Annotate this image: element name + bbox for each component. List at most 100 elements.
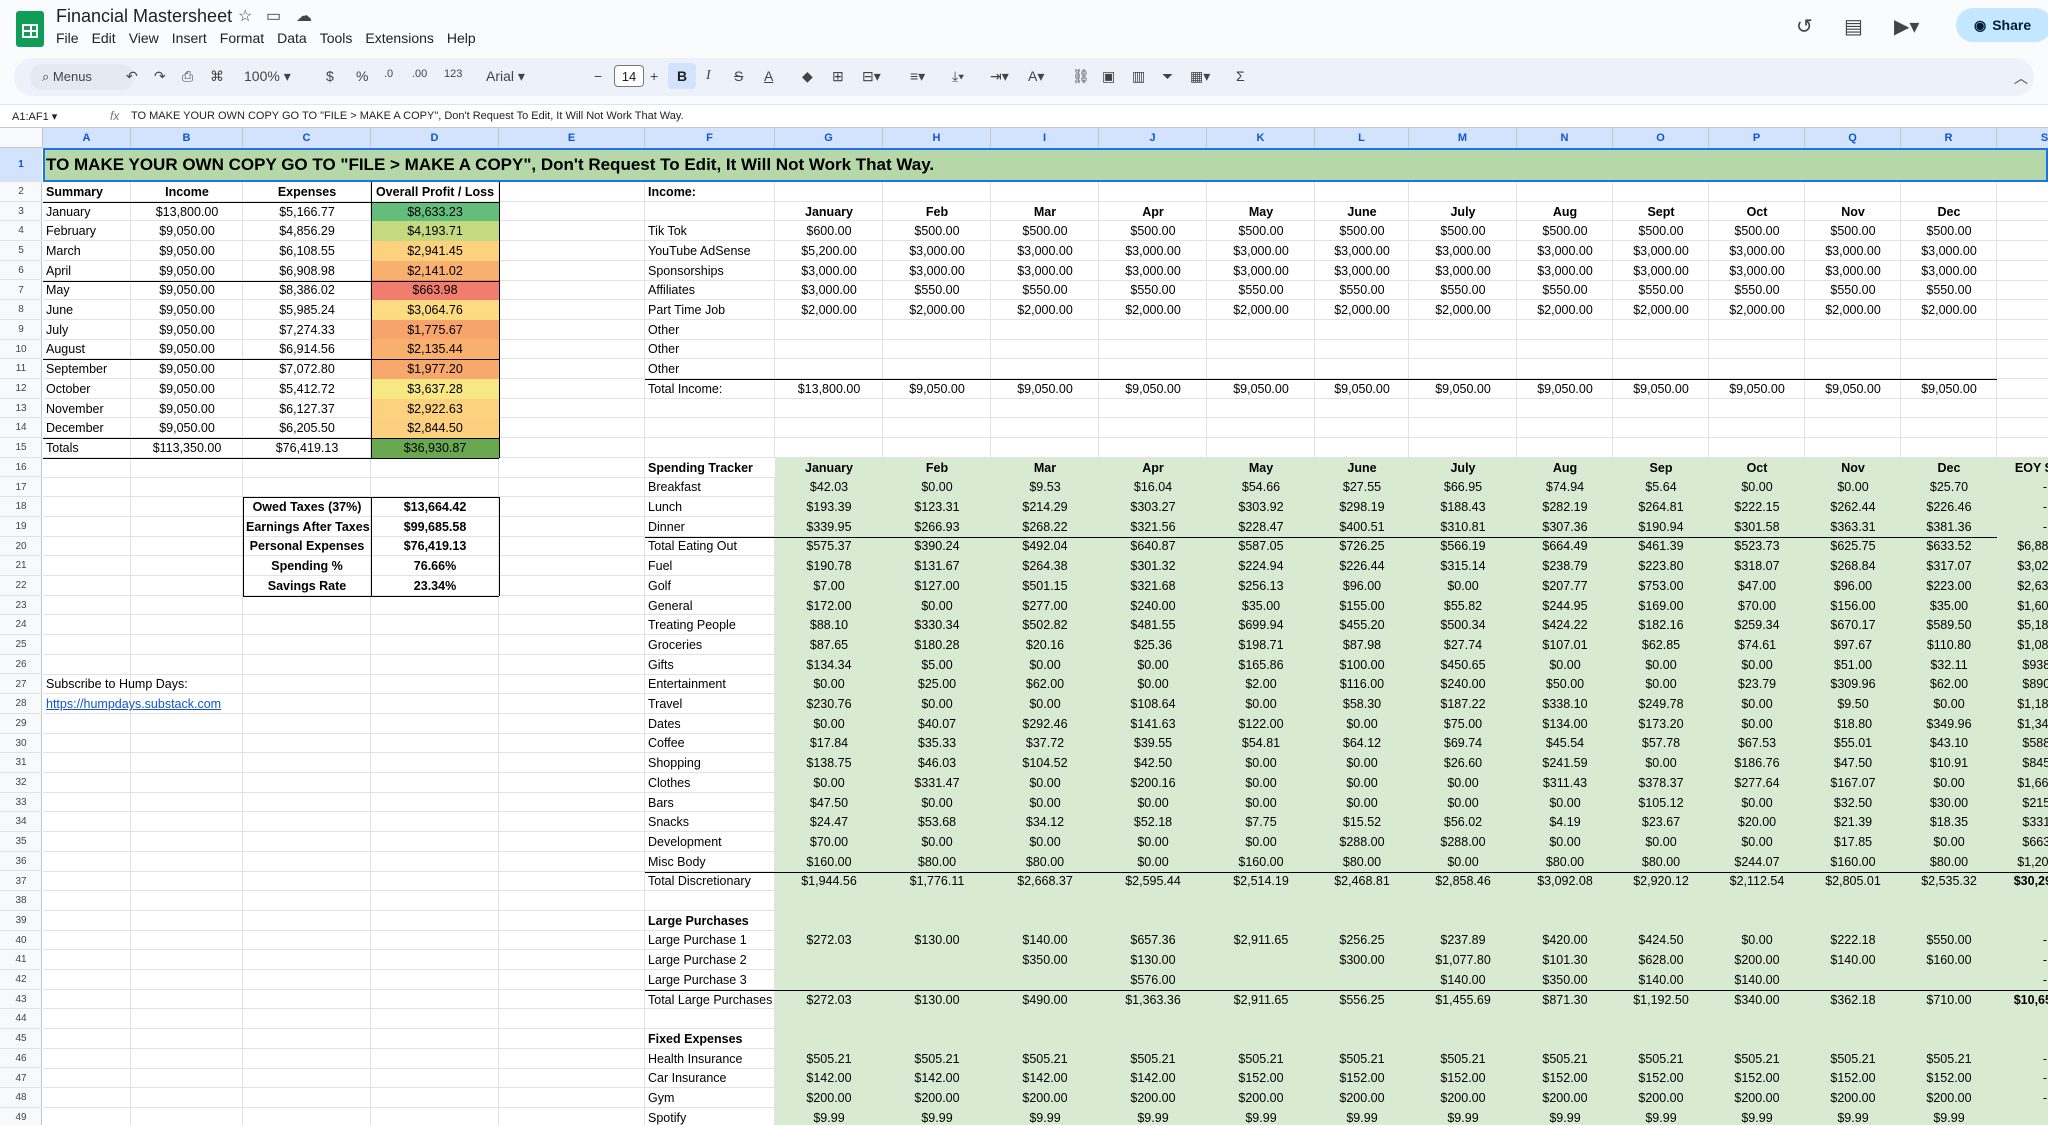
income-total-value[interactable]: $9,050.00: [1901, 379, 1997, 399]
row-header-21[interactable]: 21: [0, 556, 42, 576]
eoy-value[interactable]: $1,347.12: [1997, 714, 2048, 734]
row-header-2[interactable]: 2: [0, 182, 42, 202]
income-value[interactable]: $550.00: [1099, 280, 1207, 300]
spending-value[interactable]: $501.15: [991, 576, 1099, 596]
income-total-value[interactable]: $9,050.00: [1409, 379, 1517, 399]
column-header-a[interactable]: A: [43, 128, 131, 148]
spending-value[interactable]: $0.00: [1207, 832, 1315, 852]
income-value[interactable]: $500.00: [1409, 221, 1517, 241]
row-header-33[interactable]: 33: [0, 793, 42, 813]
eoy-value[interactable]: -: [1997, 1049, 2048, 1069]
income-value[interactable]: $500.00: [1315, 221, 1409, 241]
summary-month[interactable]: May: [43, 280, 131, 300]
spending-value[interactable]: $20.00: [1709, 812, 1805, 832]
summary-value[interactable]: $3,064.76: [371, 300, 499, 321]
fixed-expense-label[interactable]: Spotify: [645, 1108, 775, 1125]
large-purchase-value[interactable]: $272.03: [775, 930, 883, 950]
income-month-header[interactable]: Sept: [1613, 202, 1709, 222]
bold-button[interactable]: B: [668, 63, 696, 89]
eoy-value[interactable]: -: [1997, 1068, 2048, 1088]
spending-value[interactable]: $2.00: [1207, 674, 1315, 694]
version-history-icon[interactable]: ↺: [1796, 14, 1813, 39]
income-value[interactable]: $550.00: [991, 280, 1099, 300]
meet-icon[interactable]: ▶▾: [1894, 14, 1919, 39]
fixed-expense-value[interactable]: $505.21: [775, 1049, 883, 1069]
income-value[interactable]: $550.00: [1613, 280, 1709, 300]
income-value[interactable]: $5,200.00: [775, 241, 883, 261]
fixed-expense-value[interactable]: $152.00: [1709, 1068, 1805, 1088]
large-purchase-value[interactable]: $140.00: [1613, 970, 1709, 990]
eoy-value[interactable]: -: [1997, 1088, 2048, 1108]
summary-header[interactable]: Income: [131, 182, 243, 202]
fixed-expense-value[interactable]: $505.21: [1517, 1049, 1613, 1069]
discretionary-total-label[interactable]: Total Discretionary: [645, 871, 775, 891]
spending-value[interactable]: $27.55: [1315, 477, 1409, 497]
row-header-36[interactable]: 36: [0, 852, 42, 872]
tax-label[interactable]: Owed Taxes (37%): [243, 497, 371, 517]
spending-value[interactable]: $5.00: [883, 655, 991, 675]
income-total-value[interactable]: $9,050.00: [883, 379, 991, 399]
large-total-value[interactable]: $1,192.50: [1613, 990, 1709, 1010]
strikethrough-button[interactable]: S: [734, 68, 743, 84]
spending-value[interactable]: $378.37: [1613, 773, 1709, 793]
spending-value[interactable]: $80.00: [883, 852, 991, 872]
summary-value[interactable]: $9,050.00: [131, 261, 243, 281]
spending-category[interactable]: General: [645, 596, 775, 616]
spending-category[interactable]: Development: [645, 832, 775, 852]
income-value[interactable]: $500.00: [1805, 221, 1901, 241]
fixed-expense-value[interactable]: $505.21: [1315, 1049, 1409, 1069]
row-header-3[interactable]: 3: [0, 202, 42, 222]
large-purchase-value[interactable]: $300.00: [1315, 950, 1409, 970]
row-header-11[interactable]: 11: [0, 359, 42, 379]
spending-value[interactable]: $105.12: [1613, 793, 1709, 813]
summary-month[interactable]: Totals: [43, 438, 131, 458]
spending-month-header[interactable]: Sep: [1613, 458, 1709, 478]
spending-value[interactable]: $461.39: [1613, 536, 1709, 556]
spending-value[interactable]: $0.00: [1709, 655, 1805, 675]
spending-value[interactable]: $74.61: [1709, 635, 1805, 655]
summary-value[interactable]: $5,166.77: [243, 202, 371, 222]
large-eoy[interactable]: $10,654.96: [1997, 990, 2048, 1010]
spending-value[interactable]: $0.00: [1099, 852, 1207, 872]
income-value[interactable]: $550.00: [1315, 280, 1409, 300]
spending-value[interactable]: $223.00: [1901, 576, 1997, 596]
spending-month-header[interactable]: Nov: [1805, 458, 1901, 478]
row-header-1[interactable]: 1: [0, 148, 42, 182]
income-value[interactable]: $3,000.00: [1613, 241, 1709, 261]
income-value[interactable]: $500.00: [1613, 221, 1709, 241]
spending-category[interactable]: Clothes: [645, 773, 775, 793]
spending-category[interactable]: Coffee: [645, 733, 775, 753]
spending-value[interactable]: $0.00: [991, 694, 1099, 714]
spending-value[interactable]: $51.00: [1805, 655, 1901, 675]
spending-value[interactable]: $107.01: [1517, 635, 1613, 655]
income-value[interactable]: $3,000.00: [1517, 241, 1613, 261]
fixed-expense-value[interactable]: $9.99: [1709, 1108, 1805, 1125]
spending-value[interactable]: $0.00: [1613, 655, 1709, 675]
discretionary-total-value[interactable]: $2,858.46: [1409, 871, 1517, 891]
row-header-17[interactable]: 17: [0, 478, 42, 498]
spending-value[interactable]: $262.44: [1805, 497, 1901, 517]
row-header-32[interactable]: 32: [0, 773, 42, 793]
spending-value[interactable]: $25.00: [883, 674, 991, 694]
spending-value[interactable]: $54.81: [1207, 733, 1315, 753]
spending-value[interactable]: $42.03: [775, 477, 883, 497]
spending-value[interactable]: $230.76: [775, 694, 883, 714]
income-value[interactable]: $2,000.00: [1613, 300, 1709, 320]
menu-tools[interactable]: Tools: [320, 30, 362, 46]
spending-value[interactable]: $167.07: [1805, 773, 1901, 793]
income-value[interactable]: $2,000.00: [1207, 300, 1315, 320]
eoy-value[interactable]: $215.12: [1997, 793, 2048, 813]
income-value[interactable]: $500.00: [1207, 221, 1315, 241]
income-value[interactable]: $500.00: [991, 221, 1099, 241]
spending-category[interactable]: Dinner: [645, 517, 775, 537]
large-purchase-value[interactable]: $550.00: [1901, 930, 1997, 950]
spending-value[interactable]: $32.11: [1901, 655, 1997, 675]
income-value[interactable]: $500.00: [1901, 221, 1997, 241]
spending-category[interactable]: Groceries: [645, 635, 775, 655]
spending-value[interactable]: $80.00: [1613, 852, 1709, 872]
summary-value[interactable]: $4,193.71: [371, 221, 499, 242]
spending-value[interactable]: $330.34: [883, 615, 991, 635]
spending-value[interactable]: $134.00: [1517, 714, 1613, 734]
spending-value[interactable]: $0.00: [1409, 793, 1517, 813]
income-value[interactable]: $3,000.00: [775, 280, 883, 300]
